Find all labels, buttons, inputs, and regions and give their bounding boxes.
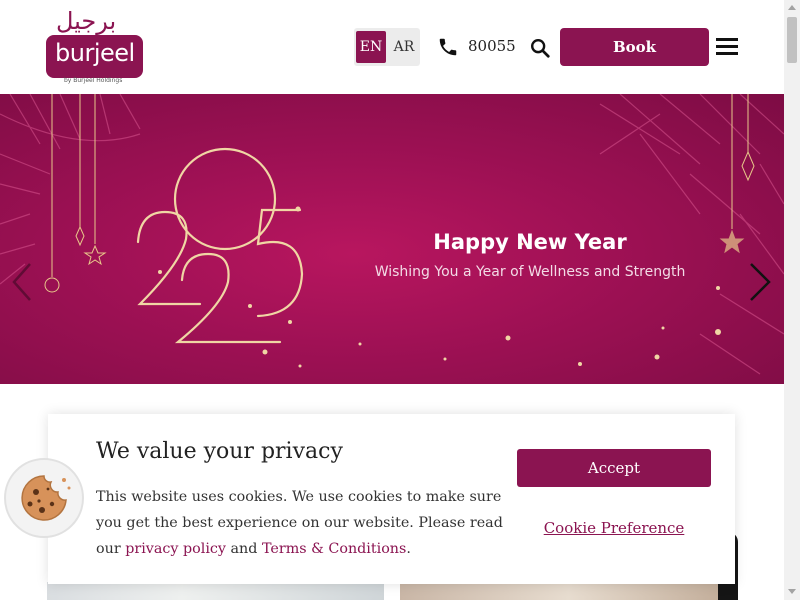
- scroll-up-arrow-icon[interactable]: [788, 5, 796, 10]
- cookie-text-end: .: [406, 541, 411, 557]
- phone-link[interactable]: 80055: [437, 36, 516, 58]
- hero-title: Happy New Year: [433, 230, 627, 254]
- logo-tagline: by Burjeel Holdings: [64, 77, 123, 84]
- cookie-preference-link[interactable]: Cookie Preference: [517, 519, 711, 537]
- lang-ar-button[interactable]: AR: [390, 31, 418, 63]
- search-icon: [531, 39, 550, 58]
- chevron-right-icon[interactable]: [745, 262, 775, 302]
- burjeel-logo[interactable]: برجيل burjeel by Burjeel Holdings: [46, 8, 146, 88]
- chevron-left-icon[interactable]: [8, 262, 38, 302]
- page-scrollbar[interactable]: [784, 0, 800, 600]
- terms-link[interactable]: Terms & Conditions: [262, 541, 406, 557]
- site-header: برجيل burjeel by Burjeel Holdings EN AR …: [0, 0, 784, 94]
- logo-english-text: burjeel: [55, 39, 135, 67]
- cookie-text-and: and: [225, 541, 262, 557]
- accept-cookies-button[interactable]: Accept: [517, 449, 711, 487]
- search-button[interactable]: [529, 37, 551, 59]
- phone-number: 80055: [468, 37, 516, 55]
- service-card-image-right[interactable]: [400, 582, 737, 600]
- cookie-title: We value your privacy: [96, 439, 343, 464]
- logo-arabic-text: برجيل: [56, 7, 117, 35]
- service-card-image-left[interactable]: [47, 582, 384, 600]
- cookie-description: This website uses cookies. We use cookie…: [96, 484, 508, 562]
- hero-subtitle: Wishing You a Year of Wellness and Stren…: [374, 264, 686, 280]
- cookie-icon: [21, 475, 71, 521]
- scrollbar-thumb[interactable]: [787, 17, 797, 63]
- hamburger-menu-icon[interactable]: [716, 38, 738, 56]
- phone-icon: [439, 38, 457, 56]
- book-appointment-button[interactable]: Book Appointment: [560, 28, 709, 94]
- cookie-consent-banner: We value your privacy This website uses …: [48, 414, 735, 584]
- cookie-settings-badge[interactable]: [4, 458, 84, 538]
- language-switcher: EN AR: [354, 28, 420, 66]
- logo-badge: burjeel: [46, 35, 143, 78]
- scroll-down-arrow-icon[interactable]: [788, 589, 796, 594]
- hero-banner[interactable]: Happy New Year Wishing You a Year of Wel…: [0, 94, 784, 384]
- privacy-policy-link[interactable]: privacy policy: [125, 541, 226, 557]
- lang-en-button[interactable]: EN: [356, 31, 386, 63]
